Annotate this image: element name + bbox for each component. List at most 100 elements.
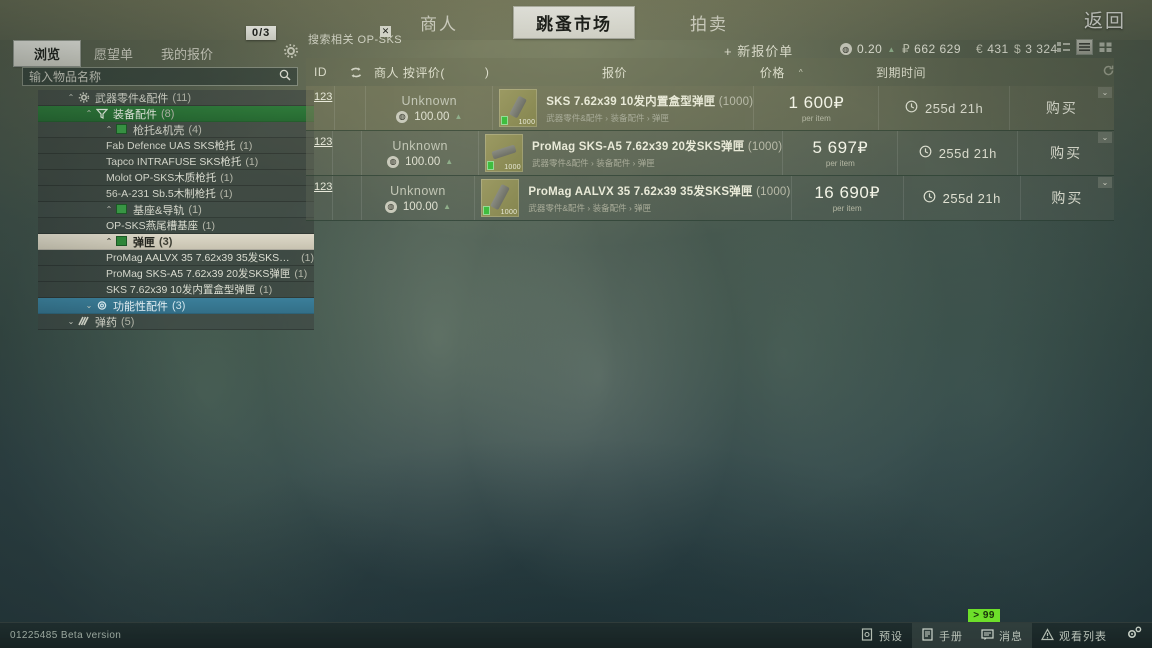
header-trader-paren: ) — [484, 65, 490, 79]
settings-gear-icon[interactable] — [1116, 626, 1152, 645]
chevron-down-icon[interactable]: ⌄ — [1098, 177, 1112, 188]
tree-leaf-item[interactable]: ProMag AALVX 35 7.62x39 35发SKS弹匣 (1) — [38, 250, 314, 266]
bottom-bar-handbook[interactable]: 手册 — [912, 622, 972, 648]
tree-item-label: 弹药 — [95, 316, 117, 329]
tree-leaf-item[interactable]: Tapco INTRAFUSE SKS枪托 (1) — [38, 154, 314, 170]
header-id[interactable]: ID — [306, 65, 338, 79]
chevron-up-icon[interactable]: ⌃ — [84, 109, 94, 118]
tree-item-label: 武器零件&配件 — [95, 92, 169, 105]
tree-item-label: Tapco INTRAFUSE SKS枪托 — [106, 156, 242, 168]
tree-item-count: (1) — [202, 219, 216, 232]
left-tab-1[interactable]: 愿望单 — [80, 41, 147, 66]
left-tab-0[interactable]: 浏览 — [14, 40, 81, 66]
cell-offer: 1000 SKS 7.62x39 10发内置盒型弹匣 (1000) 武器零件&配件 … — [493, 86, 753, 130]
tree-category-item[interactable]: ⌄ 功能性配件 (3) — [38, 298, 314, 314]
tree-category-item[interactable]: ⌃ 枪托&机壳 (4) — [38, 122, 314, 138]
row-id: 123 — [314, 136, 333, 148]
tree-item-count: (1) — [259, 283, 273, 296]
tree-leaf-item[interactable]: OP-SKS燕尾槽基座 (1) — [38, 218, 314, 234]
chevron-up-icon[interactable]: ⌃ — [104, 205, 114, 214]
left-tab-2[interactable]: 我的报价 — [147, 41, 227, 66]
item-thumbnail[interactable]: 1000 — [481, 179, 520, 217]
gear-icon[interactable] — [284, 43, 298, 63]
sync-icon[interactable] — [338, 66, 374, 79]
tree-category-item[interactable]: ⌄ 弹药 (5) — [38, 314, 314, 330]
chevron-up-icon[interactable]: ⌃ — [66, 93, 76, 102]
euros-value: 431 — [987, 42, 1009, 56]
tab-traders[interactable]: 商人 — [410, 7, 468, 38]
reputation-value: 100.00 — [402, 200, 439, 213]
clock-icon — [919, 145, 932, 161]
circle-gear-icon — [96, 300, 108, 311]
item-category-path: 武器零件&配件 › 装备配件 › 弹匣 — [546, 112, 670, 123]
tree-category-item[interactable]: ⌃ 装备配件 (8) — [38, 106, 314, 122]
ammo-icon — [78, 316, 90, 327]
expire-time: 255d 21h — [938, 145, 997, 161]
view-mode-detail-list[interactable] — [1077, 40, 1092, 54]
tab-flea-market[interactable]: 跳蚤市场 — [514, 6, 634, 38]
preset-icon — [861, 627, 874, 644]
search-input[interactable] — [23, 69, 273, 84]
table-row[interactable]: 123 Unknown ◍ 100.00 ▲ 1000 ProMag AALVX 35 7.… — [306, 176, 1114, 221]
close-icon[interactable]: ✕ — [380, 26, 391, 37]
tree-category-item[interactable]: ⌃ 基座&导轨 (1) — [38, 202, 314, 218]
bottom-bar-label: 观看列表 — [1059, 630, 1107, 643]
tree-leaf-item[interactable]: Fab Defence UAS SKS枪托 (1) — [38, 138, 314, 154]
price-value: 1 600 — [788, 93, 834, 112]
price-per-item-label: per item — [825, 159, 855, 168]
bottom-bar-preset[interactable]: 预设 — [852, 623, 912, 648]
back-button[interactable]: 返回 — [1084, 6, 1126, 33]
header-expire[interactable]: 到期时间 — [854, 64, 1004, 81]
tree-item-count: (11) — [172, 91, 192, 104]
header-offer[interactable]: 报价 — [520, 64, 709, 81]
tab-auction[interactable]: 拍卖 — [680, 7, 738, 38]
left-panel: 浏览愿望单我的报价 0/3 ⌃武器零件&配件(11)⌃装备配件(8)⌃枪托&机壳… — [14, 26, 314, 360]
item-name: SKS 7.62x39 10发内置盒型弹匣 — [546, 95, 716, 108]
item-thumbnail[interactable]: 1000 — [484, 134, 523, 172]
item-search-bar[interactable] — [22, 67, 298, 86]
view-mode-compact-list[interactable] — [1056, 40, 1071, 54]
header-price[interactable]: 价格 ^ — [709, 64, 854, 81]
tree-leaf-item[interactable]: 56-A-231 Sb.5木制枪托 (1) — [38, 186, 314, 202]
tree-item-count: (1) — [220, 171, 234, 184]
item-name-row: SKS 7.62x39 10发内置盒型弹匣 (1000) — [546, 93, 753, 109]
tree-item-count: (5) — [121, 315, 135, 328]
durability-indicator — [486, 161, 494, 170]
reputation-icon: ◍ — [387, 155, 400, 168]
tree-leaf-item[interactable]: ProMag SKS-A5 7.62x39 20发SKS弹匣 (1) — [38, 266, 314, 282]
cell-id: 123 — [306, 176, 334, 220]
tree-leaf-item[interactable]: SKS 7.62x39 10发内置盒型弹匣 (1) — [38, 282, 314, 298]
chevron-down-icon[interactable]: ⌄ — [84, 301, 94, 310]
tree-leaf-item[interactable]: Molot OP-SKS木质枪托 (1) — [38, 170, 314, 186]
tree-item-label: 弹匣 — [133, 236, 155, 249]
euro-symbol: € — [976, 42, 984, 56]
chevron-down-icon[interactable]: ⌄ — [66, 317, 76, 326]
header-trader[interactable]: 商人 按评价( ) — [374, 64, 520, 81]
clock-icon — [905, 100, 918, 116]
chevron-up-icon[interactable]: ⌃ — [104, 237, 114, 246]
price-value: 5 697 — [812, 138, 858, 157]
bottom-bar-watchlist[interactable]: 观看列表 — [1032, 623, 1116, 648]
search-icon[interactable] — [273, 68, 297, 86]
handbook-icon — [921, 627, 934, 644]
currency-symbol: ₽ — [869, 185, 881, 202]
tree-category-item[interactable]: ⌃ 弹匣 (3) — [38, 234, 314, 250]
tree-category-item[interactable]: ⌃ 武器零件&配件 (11) — [38, 90, 314, 106]
chevron-down-icon[interactable]: ⌄ — [1098, 132, 1112, 143]
bottom-bar-messages[interactable]: 消息 — [972, 622, 1032, 648]
magazine-icon — [116, 236, 128, 247]
item-thumbnail[interactable]: 1000 — [499, 89, 538, 127]
trader-reputation: ◍ 100.00 ▲ — [396, 110, 462, 123]
cell-id: 123 — [306, 131, 334, 175]
view-mode-grid[interactable] — [1098, 40, 1113, 54]
table-row[interactable]: 123 Unknown ◍ 100.00 ▲ 1000 ProMag SKS-A5 7.62… — [306, 131, 1114, 176]
wishlist-count-badge: 0/3 — [246, 26, 277, 40]
reputation-icon: ◍ — [396, 110, 409, 123]
item-category-path: 武器零件&配件 › 装备配件 › 弹匣 — [528, 202, 652, 213]
chevron-up-icon[interactable]: ⌃ — [104, 125, 114, 134]
reputation-value: 100.00 — [414, 110, 450, 123]
tree-item-label: Fab Defence UAS SKS枪托 — [106, 140, 236, 152]
table-row[interactable]: 123 Unknown ◍ 100.00 ▲ 1000 SKS 7.62x39 10发内置盒… — [306, 86, 1114, 131]
chevron-down-icon[interactable]: ⌄ — [1098, 87, 1112, 98]
price-row: 5 697₽ — [812, 138, 868, 158]
